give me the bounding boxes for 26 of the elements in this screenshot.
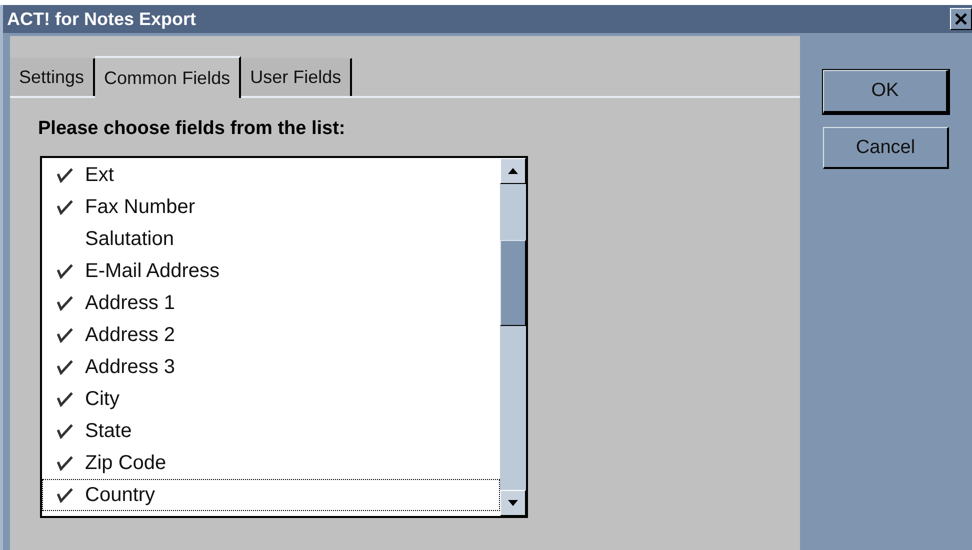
list-item[interactable]: Fax Number [42,191,500,223]
tab[interactable]: User Fields [241,58,352,96]
list-item[interactable]: Address 1 [42,287,500,319]
list-item[interactable]: Zip Code [42,447,500,479]
close-button[interactable] [950,8,972,30]
tab[interactable]: Settings [10,58,96,96]
tab[interactable]: Common Fields [95,56,242,98]
list-item[interactable]: Country [42,479,500,511]
dialog-button[interactable]: OK [823,70,949,114]
down-arrow-icon [508,500,518,506]
instruction-label: Please choose fields from the list: [38,118,346,140]
list-item[interactable]: Address 3 [42,351,500,383]
dialog-button[interactable]: Cancel [823,127,949,169]
list-item[interactable]: City [42,383,500,415]
list-item[interactable]: State [42,415,500,447]
list-item[interactable]: E-Mail Address [42,255,500,287]
list-item[interactable]: Ext [42,159,500,191]
up-arrow-icon [508,168,518,174]
scroll-thumb[interactable] [500,240,526,326]
list-item[interactable]: Address 2 [42,319,500,351]
scroll-up-button[interactable] [500,158,526,184]
window-title: ACT! for Notes Export [7,8,196,30]
close-icon [954,12,968,26]
list-item[interactable]: Salutation [42,223,500,255]
scroll-down-button[interactable] [500,490,526,516]
scrollbar[interactable] [500,158,526,516]
